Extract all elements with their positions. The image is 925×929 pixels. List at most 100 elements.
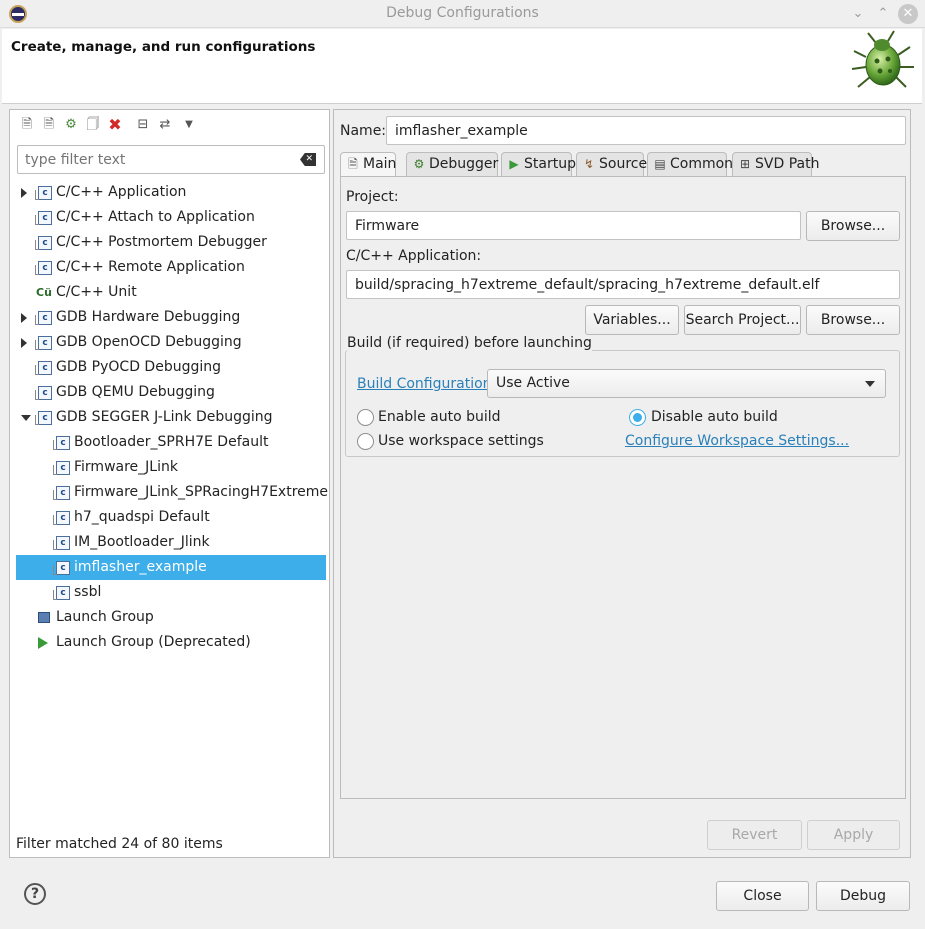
build-configuration-select[interactable]: Use Active: [487, 369, 886, 398]
c-config-icon: c: [35, 336, 52, 350]
tab-main[interactable]: 🗎 Main: [340, 152, 396, 177]
apply-button[interactable]: Apply: [807, 820, 900, 850]
tree-item[interactable]: c Firmware_JLink_SPRacingH7Extreme: [16, 480, 329, 505]
tree-item[interactable]: c Firmware_JLink: [16, 455, 326, 480]
tree-item-label: C/C++ Application: [56, 184, 187, 200]
disable-auto-build-radio[interactable]: [629, 409, 646, 426]
c-config-icon: c: [35, 211, 52, 225]
collapse-all-icon[interactable]: ⊟: [134, 116, 152, 134]
tab-debugger[interactable]: ⚙ Debugger: [406, 152, 498, 176]
tab-label: Startup: [524, 156, 576, 172]
tree-item-label: Firmware_JLink: [74, 459, 178, 475]
filter-input[interactable]: [25, 150, 285, 170]
tree-item[interactable]: c GDB QEMU Debugging: [16, 380, 326, 405]
collapsed-arrow-icon[interactable]: [21, 338, 27, 348]
configuration-tree-panel: 🗎 🗎 ⚙ 🗍 ✖ ⊟ ⇄ ▼ ✕ c C/C++ Application c C/C…: [9, 109, 330, 858]
tree-item-label: Firmware_JLink_SPRacingH7Extreme: [74, 484, 329, 500]
app-input[interactable]: [346, 270, 900, 299]
tree-item[interactable]: c ssbl: [16, 580, 326, 605]
bug-icon: ⚙: [413, 157, 425, 171]
delete-icon[interactable]: ✖: [106, 116, 124, 134]
filter-configs-icon[interactable]: ⇄: [156, 116, 174, 134]
tab-label: Source: [599, 156, 648, 172]
launch-group-icon: [38, 612, 50, 623]
name-label: Name:: [340, 123, 387, 139]
tree-item-label: Bootloader_SPRH7E Default: [74, 434, 269, 450]
configuration-editor: Name: 🗎 Main ⚙ Debugger ▶ Startup ↯ Source ▤ Comm…: [333, 109, 911, 858]
enable-auto-build-label: Enable auto build: [378, 409, 501, 425]
link-prototype-icon[interactable]: ⚙: [62, 116, 80, 134]
header-title: Create, manage, and run configurations: [11, 39, 316, 55]
main-tab-body: Project: Browse... C/C++ Application: Va…: [340, 176, 906, 799]
tab-label: Main: [363, 156, 397, 172]
filter-box: ✕: [17, 145, 325, 174]
tab-label: Common: [670, 156, 734, 172]
tree-item[interactable]: c C/C++ Application: [16, 180, 326, 205]
export-icon[interactable]: 🗍: [84, 116, 102, 134]
tree-item[interactable]: c GDB SEGGER J-Link Debugging: [16, 405, 326, 430]
tree-item-label: GDB SEGGER J-Link Debugging: [56, 409, 273, 425]
new-prototype-icon[interactable]: 🗎: [40, 116, 58, 134]
source-icon: ↯: [583, 157, 595, 171]
tree-item-label: C/C++ Attach to Application: [56, 209, 255, 225]
tree-item[interactable]: c GDB PyOCD Debugging: [16, 355, 326, 380]
tree-item[interactable]: c h7_quadspi Default: [16, 505, 326, 530]
enable-auto-build-radio[interactable]: [357, 409, 374, 426]
help-icon[interactable]: ?: [24, 883, 46, 905]
c-config-icon: c: [35, 261, 52, 275]
c-config-icon: c: [53, 586, 70, 600]
minimize-icon[interactable]: ⌄: [848, 4, 868, 24]
configure-workspace-link[interactable]: Configure Workspace Settings...: [625, 433, 849, 449]
clear-filter-icon[interactable]: ✕: [300, 153, 316, 166]
tree-item-label: GDB OpenOCD Debugging: [56, 334, 242, 350]
app-label: C/C++ Application:: [346, 248, 482, 264]
maximize-icon[interactable]: ⌃: [873, 4, 893, 24]
new-configuration-icon[interactable]: 🗎: [18, 116, 36, 134]
tree-item[interactable]: Cü C/C++ Unit: [16, 280, 326, 305]
view-menu-icon[interactable]: ▼: [180, 116, 198, 134]
tree-item[interactable]: c C/C++ Postmortem Debugger: [16, 230, 326, 255]
name-input[interactable]: [386, 116, 906, 145]
project-input[interactable]: [346, 211, 801, 240]
tab-startup[interactable]: ▶ Startup: [501, 152, 576, 176]
expanded-arrow-icon[interactable]: [21, 415, 31, 421]
tree-item[interactable]: Launch Group: [16, 605, 326, 630]
close-window-icon[interactable]: ✕: [898, 4, 918, 24]
revert-button[interactable]: Revert: [707, 820, 802, 850]
app-browse-button[interactable]: Browse...: [806, 305, 900, 335]
build-configuration-value: Use Active: [496, 375, 570, 391]
tree-item[interactable]: c C/C++ Remote Application: [16, 255, 326, 280]
tree-item[interactable]: Launch Group (Deprecated): [16, 630, 326, 655]
c-config-icon: c: [53, 561, 70, 575]
play-icon: ▶: [509, 157, 519, 171]
document-icon: 🗎: [348, 157, 358, 171]
tree-item[interactable]: c imflasher_example: [16, 555, 326, 580]
variables-button[interactable]: Variables...: [585, 305, 679, 335]
build-configuration-link[interactable]: Build Configuration:: [357, 376, 496, 392]
tree-item[interactable]: c Bootloader_SPRH7E Default: [16, 430, 326, 455]
tree-item[interactable]: c GDB OpenOCD Debugging: [16, 330, 326, 355]
use-workspace-radio[interactable]: [357, 433, 374, 450]
debug-button[interactable]: Debug: [816, 881, 910, 911]
filter-status: Filter matched 24 of 80 items: [16, 836, 223, 852]
tree-item[interactable]: c IM_Bootloader_Jlink: [16, 530, 326, 555]
tree-item[interactable]: c C/C++ Attach to Application: [16, 205, 326, 230]
close-button[interactable]: Close: [716, 881, 809, 911]
tab-label: SVD Path: [755, 156, 820, 172]
search-project-button[interactable]: Search Project...: [684, 305, 801, 335]
project-label: Project:: [346, 189, 399, 205]
c-config-icon: c: [53, 436, 70, 450]
c-config-icon: c: [35, 311, 52, 325]
collapsed-arrow-icon[interactable]: [21, 313, 27, 323]
cunit-icon: Cü: [36, 286, 52, 299]
tab-source[interactable]: ↯ Source: [576, 152, 648, 176]
svd-icon: ⊞: [739, 157, 751, 171]
tree-item-label: h7_quadspi Default: [74, 509, 210, 525]
configuration-tree: c C/C++ Application c C/C++ Attach to Appli…: [16, 180, 329, 655]
tree-item[interactable]: c GDB Hardware Debugging: [16, 305, 326, 330]
common-icon: ▤: [654, 157, 666, 171]
tab-svd-path[interactable]: ⊞ SVD Path: [732, 152, 819, 176]
project-browse-button[interactable]: Browse...: [806, 211, 900, 241]
collapsed-arrow-icon[interactable]: [21, 188, 27, 198]
tab-common[interactable]: ▤ Common: [647, 152, 733, 176]
